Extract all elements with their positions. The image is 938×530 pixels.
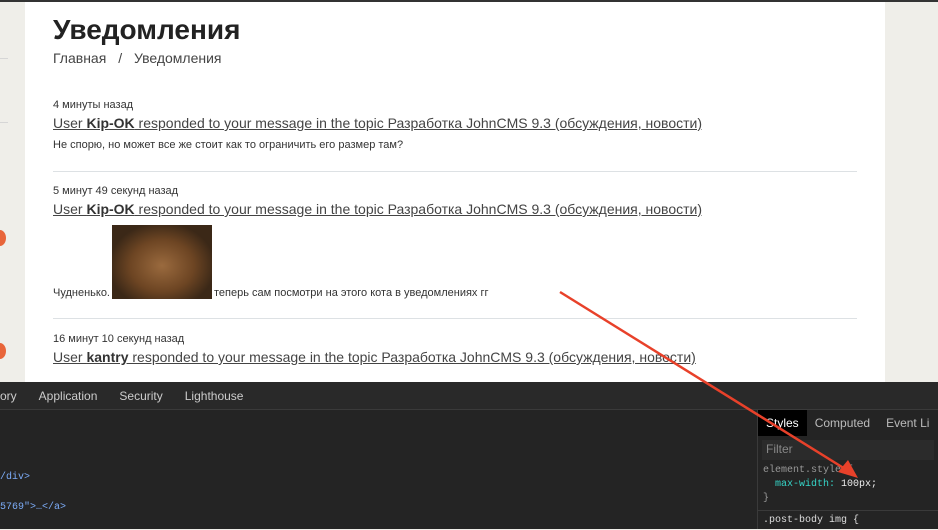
annotation-arrow [559, 290, 858, 478]
